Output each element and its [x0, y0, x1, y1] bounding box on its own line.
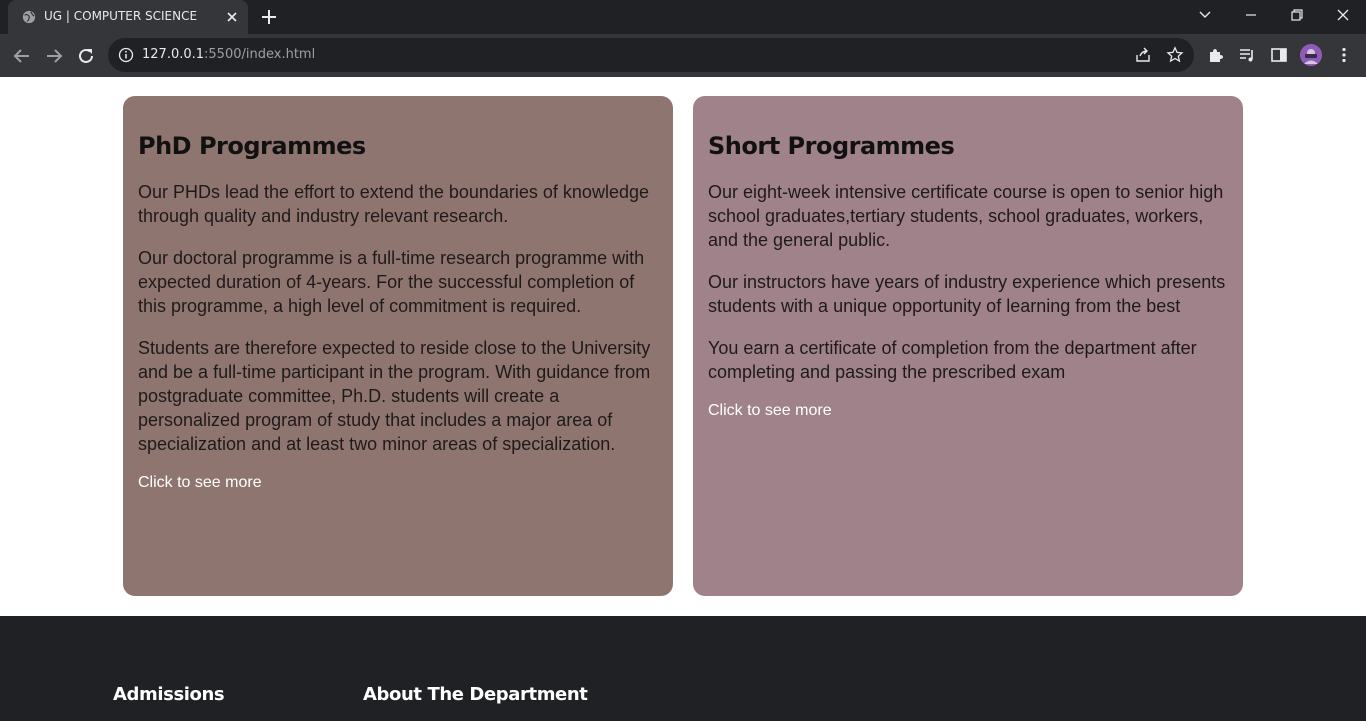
close-tab-icon[interactable] — [224, 9, 240, 25]
chevron-down-icon — [1199, 11, 1211, 18]
minimize-icon — [1246, 14, 1256, 16]
tab-search-button[interactable] — [1182, 0, 1228, 30]
footer-heading-about: About The Department — [363, 684, 588, 705]
restore-icon — [1291, 9, 1303, 21]
restore-button[interactable] — [1274, 0, 1320, 30]
tab-title: UG | COMPUTER SCIENCE — [44, 9, 198, 23]
back-icon[interactable] — [10, 44, 34, 68]
see-more-link[interactable]: Click to see more — [138, 474, 262, 492]
browser-tab-strip: UG | COMPUTER SCIENCE — [0, 0, 1366, 34]
see-more-link[interactable]: Click to see more — [708, 402, 832, 420]
card-paragraph: Students are therefore expected to resid… — [138, 338, 651, 454]
side-panel-icon[interactable] — [1270, 46, 1288, 64]
card-paragraph: You earn a certificate of completion fro… — [708, 338, 1197, 382]
media-queue-icon[interactable] — [1238, 46, 1256, 64]
browser-toolbar: 127.0.0.1:5500/index.html — [0, 34, 1366, 77]
card-paragraph: Our doctoral programme is a full-time re… — [138, 248, 645, 316]
card-paragraph: Our instructors have years of industry e… — [708, 272, 1226, 316]
card-title: Short Programmes — [708, 132, 955, 160]
card-paragraph: Our eight-week intensive certificate cou… — [708, 182, 1224, 250]
close-icon — [1337, 9, 1349, 21]
extensions-puzzle-icon[interactable] — [1207, 46, 1225, 64]
bookmark-star-icon[interactable] — [1166, 46, 1184, 64]
phd-programmes-card: PhD Programmes Our PHDs lead the effort … — [123, 96, 673, 596]
new-tab-icon[interactable] — [258, 6, 280, 28]
avatar-icon — [1300, 44, 1322, 66]
forward-icon[interactable] — [42, 44, 66, 68]
url-path: :5500/index.html — [204, 47, 316, 62]
card-title: PhD Programmes — [138, 132, 366, 160]
profile-avatar[interactable] — [1300, 44, 1322, 66]
close-window-button[interactable] — [1320, 0, 1366, 30]
page-content: PhD Programmes Our PHDs lead the effort … — [0, 77, 1366, 721]
browser-tab[interactable]: UG | COMPUTER SCIENCE — [8, 0, 248, 34]
url-text: 127.0.0.1:5500/index.html — [142, 47, 315, 62]
globe-icon — [22, 10, 36, 24]
share-icon[interactable] — [1134, 46, 1152, 64]
card-paragraph: Our PHDs lead the effort to extend the b… — [138, 182, 649, 226]
url-host: 127.0.0.1 — [142, 47, 205, 62]
site-info-icon[interactable] — [118, 47, 134, 63]
address-bar[interactable]: 127.0.0.1:5500/index.html — [108, 38, 1194, 72]
reload-icon[interactable] — [74, 44, 98, 68]
site-footer: Admissions About The Department — [0, 616, 1366, 721]
minimize-button[interactable] — [1228, 0, 1274, 30]
more-menu-icon[interactable] — [1335, 46, 1353, 64]
footer-heading-admissions: Admissions — [113, 684, 225, 705]
short-programmes-card: Short Programmes Our eight-week intensiv… — [693, 96, 1243, 596]
